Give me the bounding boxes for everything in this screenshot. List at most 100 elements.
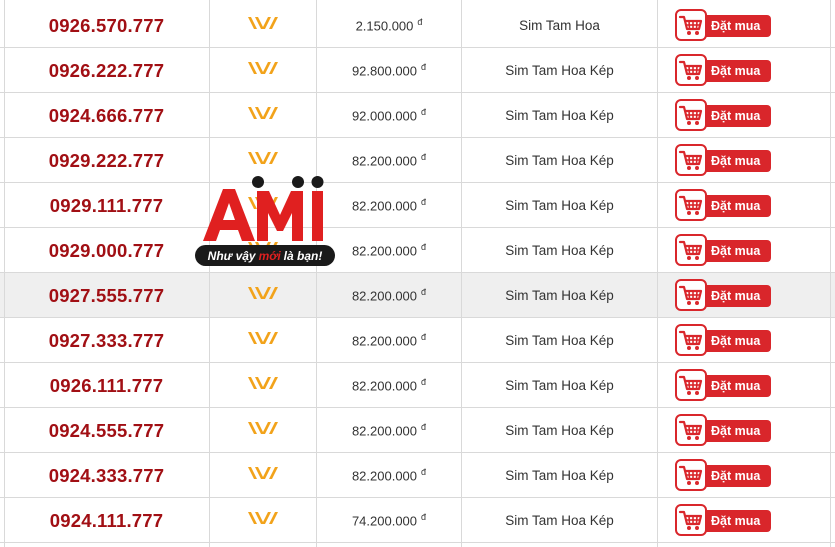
network-cell	[209, 138, 317, 183]
buy-button-label: Đặt mua	[711, 423, 761, 438]
phone-number-link[interactable]: 0926.222.777	[49, 60, 165, 82]
price-cell: 2.150.000 đ	[317, 3, 461, 48]
sim-type-label: Sim Tam Hoa Kép	[505, 243, 614, 258]
shopping-cart-icon	[675, 233, 707, 266]
sim-type-cell: Sim Tam Hoa Kép	[461, 273, 658, 318]
table-row: 0926.111.777 82.200.000 đ Sim Tam Hoa Kép	[0, 363, 835, 408]
phone-number-link[interactable]: 0929.111.777	[50, 195, 164, 217]
sim-type-label: Sim Tam Hoa Kép	[505, 468, 614, 483]
price-cell: 82.200.000 đ	[317, 453, 461, 498]
buy-button-label: Đặt mua	[711, 513, 761, 528]
price-cell: 82.200.000 đ	[317, 138, 461, 183]
sim-type-label: Sim Tam Hoa Kép	[505, 423, 614, 438]
currency-symbol: đ	[421, 152, 427, 163]
phone-number-cell: 0924.111.777	[4, 498, 209, 543]
buy-button[interactable]: Đặt mua	[675, 98, 771, 131]
buy-button[interactable]: Đặt mua	[675, 143, 771, 176]
price-value: 92.000.000 đ	[351, 107, 427, 124]
phone-number-link[interactable]: 0929.000.777	[49, 240, 165, 262]
phone-number-link[interactable]: 0926.570.777	[49, 15, 165, 37]
currency-symbol: đ	[421, 422, 427, 433]
phone-number-link[interactable]: 0924.111.777	[50, 510, 164, 532]
sim-type-label: Sim Tam Hoa Kép	[505, 378, 614, 393]
buy-cell: Đặt mua	[658, 93, 830, 138]
shopping-cart-icon	[675, 143, 707, 176]
buy-button-label: Đặt mua	[711, 288, 761, 303]
shopping-cart-icon	[675, 188, 707, 221]
price-cell: 92.800.000 đ	[317, 48, 461, 93]
table-row: 0929.111.777 82.200.000 đ Sim Tam Hoa Kép	[0, 183, 835, 228]
price-value: 82.200.000 đ	[351, 377, 427, 394]
sim-type-cell: Sim Tam Hoa Kép	[461, 138, 658, 183]
buy-cell: Đặt mua	[658, 48, 830, 93]
vietnamobile-logo-icon	[246, 509, 280, 532]
phone-number-cell: 0929.111.777	[4, 183, 209, 228]
column-divider	[209, 0, 210, 547]
shopping-cart-icon	[675, 98, 707, 131]
vietnamobile-logo-icon	[246, 59, 280, 82]
price-cell: 82.200.000 đ	[317, 228, 461, 273]
sim-type-label: Sim Tam Hoa Kép	[505, 108, 614, 123]
sim-type-cell: Sim Tam Hoa Kép	[461, 93, 658, 138]
column-divider	[316, 0, 317, 547]
table-row: 0924.555.777 82.200.000 đ Sim Tam Hoa Kép	[0, 408, 835, 453]
sim-type-label: Sim Tam Hoa	[519, 18, 600, 33]
buy-button-label: Đặt mua	[711, 378, 761, 393]
phone-number-cell: 0927.333.777	[4, 318, 209, 363]
buy-cell: Đặt mua	[658, 228, 830, 273]
sim-type-cell: Sim Tam Hoa Kép	[461, 228, 658, 273]
buy-button[interactable]: Đặt mua	[675, 368, 771, 401]
phone-number-link[interactable]: 0927.333.777	[49, 330, 165, 352]
network-cell	[209, 48, 317, 93]
network-cell	[209, 3, 317, 48]
buy-button[interactable]: Đặt mua	[675, 458, 771, 491]
phone-number-link[interactable]: 0924.333.777	[49, 465, 165, 487]
buy-button-label: Đặt mua	[711, 63, 761, 78]
buy-button[interactable]: Đặt mua	[675, 233, 771, 266]
buy-cell: Đặt mua	[658, 138, 830, 183]
vietnamobile-logo-icon	[246, 239, 280, 262]
phone-number-link[interactable]: 0924.555.777	[49, 420, 165, 442]
price-cell: 82.200.000 đ	[317, 408, 461, 453]
sim-type-label: Sim Tam Hoa Kép	[505, 198, 614, 213]
buy-button[interactable]: Đặt mua	[675, 413, 771, 446]
phone-number-link[interactable]: 0929.222.777	[49, 150, 165, 172]
network-cell	[209, 318, 317, 363]
network-cell	[209, 408, 317, 453]
table-row: 0926.222.777 92.800.000 đ Sim Tam Hoa Kép	[0, 48, 835, 93]
table-row: 0924.666.777 92.000.000 đ Sim Tam Hoa Kép	[0, 93, 835, 138]
price-value: 82.200.000 đ	[351, 242, 427, 259]
phone-number-link[interactable]: 0924.666.777	[49, 105, 165, 127]
shopping-cart-icon	[675, 278, 707, 311]
buy-button[interactable]: Đặt mua	[675, 278, 771, 311]
currency-symbol: đ	[417, 17, 423, 28]
table-row: 0927.333.777 82.200.000 đ Sim Tam Hoa Kép	[0, 318, 835, 363]
buy-cell: Đặt mua	[658, 273, 830, 318]
column-divider	[830, 0, 831, 547]
buy-button[interactable]: Đặt mua	[675, 53, 771, 86]
sim-type-label: Sim Tam Hoa Kép	[505, 63, 614, 78]
vietnamobile-logo-icon	[246, 374, 280, 397]
phone-number-link[interactable]: 0927.555.777	[49, 285, 165, 307]
phone-number-cell: 0929.222.777	[4, 138, 209, 183]
price-value: 2.150.000 đ	[355, 17, 423, 34]
buy-button[interactable]: Đặt mua	[675, 188, 771, 221]
phone-number-cell: 0926.570.777	[4, 3, 209, 48]
currency-symbol: đ	[421, 512, 427, 523]
currency-symbol: đ	[421, 197, 427, 208]
currency-symbol: đ	[421, 332, 427, 343]
buy-button[interactable]: Đặt mua	[675, 323, 771, 356]
buy-button-label: Đặt mua	[711, 333, 761, 348]
price-value: 74.200.000 đ	[351, 512, 427, 529]
phone-number-link[interactable]: 0926.111.777	[50, 375, 164, 397]
vietnamobile-logo-icon	[246, 419, 280, 442]
currency-symbol: đ	[421, 107, 427, 118]
column-divider	[4, 0, 5, 547]
phone-number-cell: 0924.666.777	[4, 93, 209, 138]
buy-button-label: Đặt mua	[711, 153, 761, 168]
shopping-cart-icon	[675, 458, 707, 491]
buy-button[interactable]: Đặt mua	[675, 503, 771, 536]
vietnamobile-logo-icon	[246, 14, 280, 37]
currency-symbol: đ	[421, 377, 427, 388]
buy-button[interactable]: Đặt mua	[675, 8, 771, 41]
